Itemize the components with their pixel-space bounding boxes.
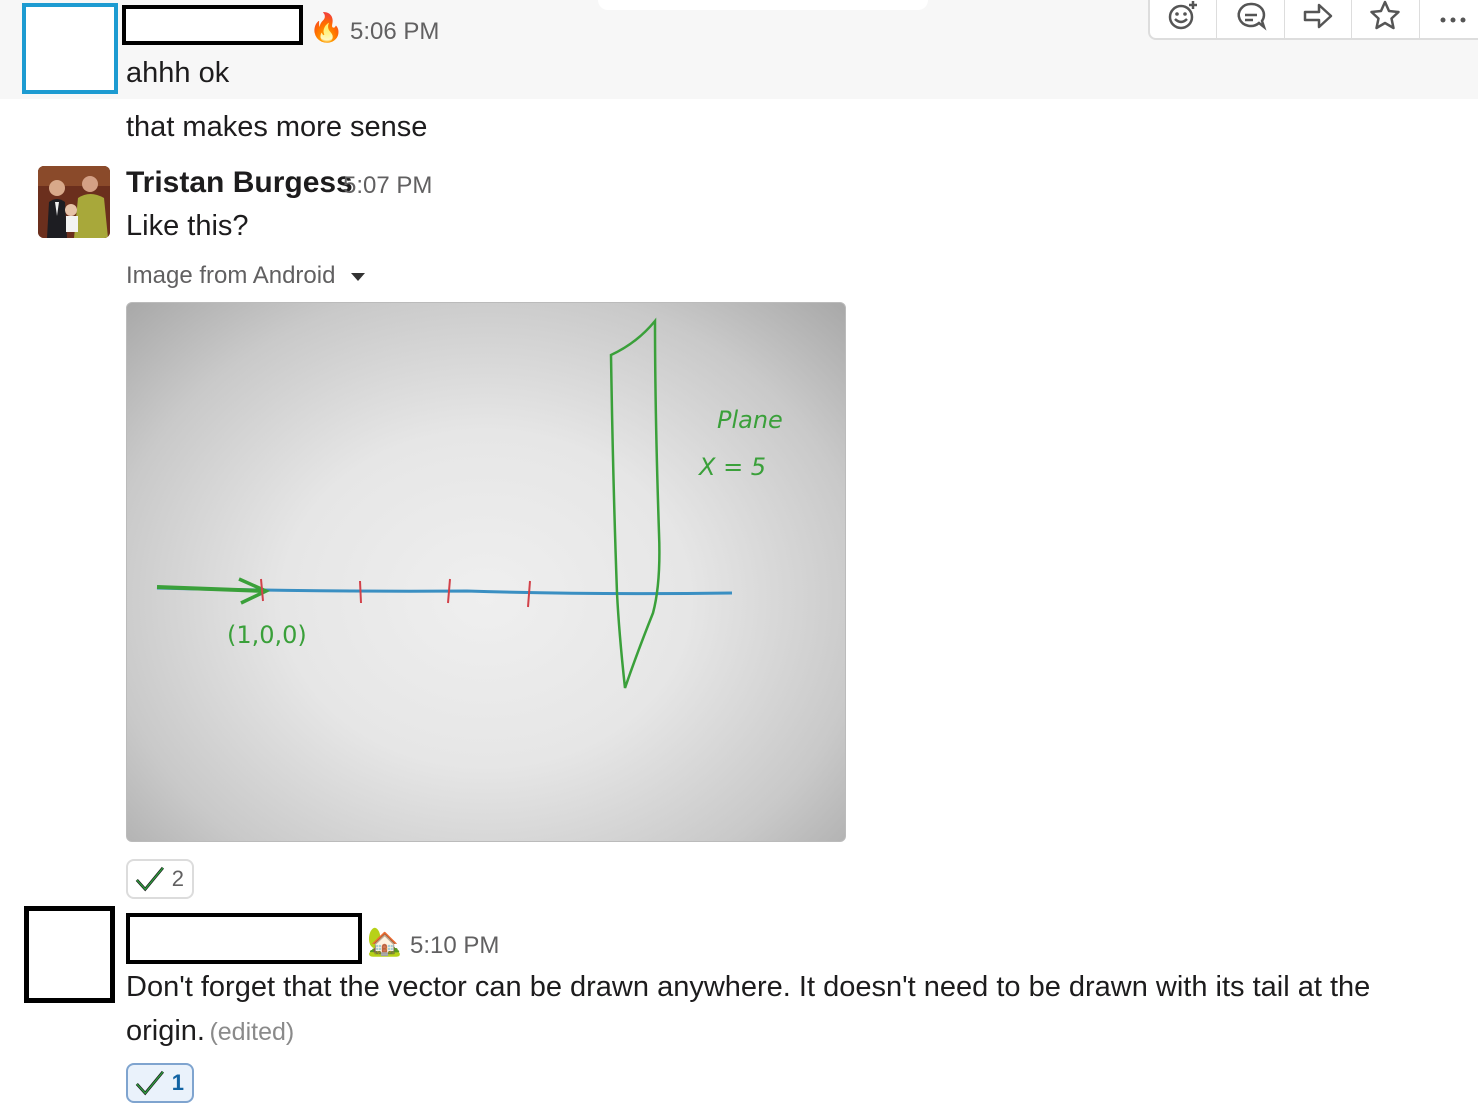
message-text-line2: origin. (edited): [126, 1015, 294, 1048]
chevron-down-icon[interactable]: [351, 273, 365, 281]
status-emoji-fire: 🔥: [309, 12, 344, 43]
message-timestamp[interactable]: 5:07 PM: [343, 172, 432, 200]
reaction-count: 1: [171, 1070, 184, 1095]
reaction-count: 2: [171, 866, 184, 891]
save-star-icon[interactable]: [1352, 0, 1420, 38]
start-thread-icon[interactable]: [1217, 0, 1285, 38]
status-emoji-house: 🏡: [367, 926, 402, 957]
avatar-tristan-burgess[interactable]: [38, 166, 110, 238]
message-text: origin.: [126, 1015, 205, 1047]
whiteboard-sketch: (1,0,0) Plane X = 5: [156, 317, 783, 689]
message-text: that makes more sense: [126, 111, 428, 143]
more-actions-icon[interactable]: [1420, 0, 1478, 38]
check-mark-icon: [135, 866, 165, 892]
new-messages-tab: [598, 0, 928, 10]
message-actions-toolbar: [1148, 0, 1478, 40]
message-text-line1: Don't forget that the vector can be draw…: [126, 971, 1371, 1003]
message-timestamp[interactable]: 5:06 PM: [350, 18, 439, 46]
message-text: ahhh ok: [126, 57, 230, 89]
check-mark-icon: [135, 1070, 165, 1096]
message-text: Like this?: [126, 210, 249, 242]
author-name[interactable]: Tristan Burgess: [126, 166, 353, 200]
avatar-redacted[interactable]: [24, 906, 115, 1003]
share-message-icon[interactable]: [1285, 0, 1353, 38]
file-title[interactable]: Image from Android: [126, 262, 335, 290]
sketch-point-label: (1,0,0): [227, 621, 307, 649]
author-name-redacted[interactable]: [126, 913, 362, 964]
reaction-check[interactable]: 1: [126, 1063, 194, 1103]
sketch-plane-equation: X = 5: [697, 453, 766, 481]
image-attachment[interactable]: (1,0,0) Plane X = 5: [126, 302, 846, 842]
add-reaction-icon[interactable]: [1150, 0, 1218, 38]
reaction-check[interactable]: 2: [126, 859, 194, 899]
avatar-redacted[interactable]: [22, 3, 118, 94]
edited-label: (edited): [209, 1018, 295, 1046]
sketch-plane-label: Plane: [717, 406, 783, 434]
message-timestamp[interactable]: 5:10 PM: [410, 932, 499, 960]
author-name-redacted[interactable]: [122, 5, 303, 45]
